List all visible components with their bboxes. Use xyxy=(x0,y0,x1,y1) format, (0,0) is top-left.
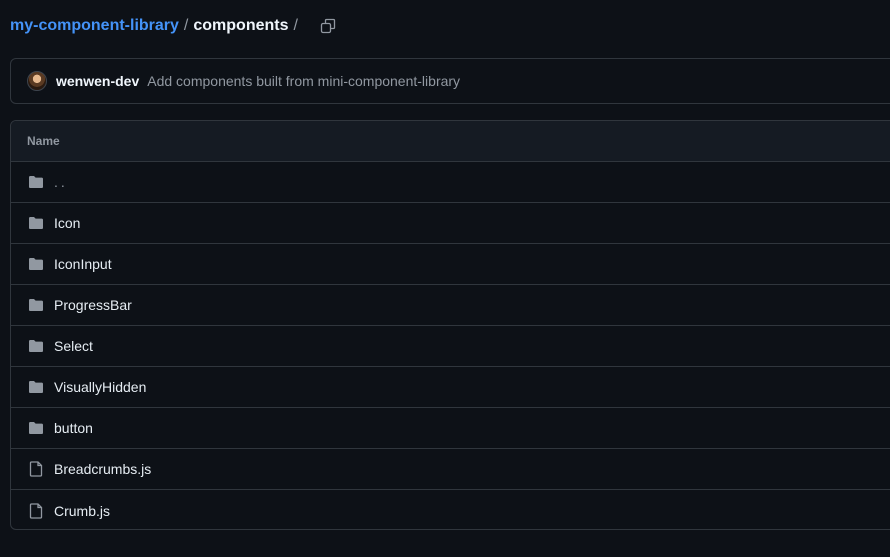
breadcrumb-separator: / xyxy=(183,17,189,34)
file-icon xyxy=(27,502,45,519)
file-icon xyxy=(27,461,45,477)
column-header-name: Name xyxy=(27,134,60,148)
parent-directory-row[interactable]: .. xyxy=(11,162,890,203)
breadcrumb: my-component-library / components / xyxy=(10,14,339,38)
folder-icon xyxy=(27,338,45,354)
table-rows: .. Icon IconInput ProgressBar Select Visually… xyxy=(11,162,890,529)
folder-name-link[interactable]: IconInput xyxy=(54,256,112,272)
folder-icon xyxy=(27,215,45,231)
breadcrumb-trailing-separator: / xyxy=(293,17,298,34)
folder-name-link[interactable]: VisuallyHidden xyxy=(54,379,146,395)
table-row[interactable]: Breadcrumbs.js xyxy=(11,449,890,490)
folder-icon xyxy=(27,379,45,395)
breadcrumb-repo-link[interactable]: my-component-library xyxy=(10,17,179,35)
table-row[interactable]: IconInput xyxy=(11,244,890,285)
table-row[interactable]: Select xyxy=(11,326,890,367)
folder-name-link[interactable]: .. xyxy=(54,174,68,190)
copy-icon xyxy=(320,18,336,34)
file-table: Name .. Icon IconInput ProgressBar Select Vis… xyxy=(10,120,890,530)
table-row[interactable]: Icon xyxy=(11,203,890,244)
commit-author[interactable]: wenwen-dev xyxy=(56,73,139,89)
file-name-link[interactable]: Crumb.js xyxy=(54,503,110,519)
copy-path-button[interactable] xyxy=(317,15,339,37)
file-name-link[interactable]: Breadcrumbs.js xyxy=(54,461,151,477)
folder-name-link[interactable]: ProgressBar xyxy=(54,297,132,313)
folder-icon xyxy=(27,420,45,436)
folder-icon xyxy=(27,297,45,313)
table-header: Name xyxy=(11,121,890,162)
latest-commit-bar: wenwen-dev Add components built from min… xyxy=(10,58,890,104)
folder-name-link[interactable]: Select xyxy=(54,338,93,354)
commit-message[interactable]: Add components built from mini-component… xyxy=(147,73,460,89)
breadcrumb-current: components xyxy=(193,17,289,34)
folder-icon xyxy=(27,256,45,272)
folder-icon xyxy=(27,174,45,190)
avatar[interactable] xyxy=(27,71,47,91)
table-row[interactable]: VisuallyHidden xyxy=(11,367,890,408)
folder-name-link[interactable]: button xyxy=(54,420,93,436)
folder-name-link[interactable]: Icon xyxy=(54,215,80,231)
table-row[interactable]: Crumb.js xyxy=(11,490,890,529)
table-row[interactable]: button xyxy=(11,408,890,449)
table-row[interactable]: ProgressBar xyxy=(11,285,890,326)
